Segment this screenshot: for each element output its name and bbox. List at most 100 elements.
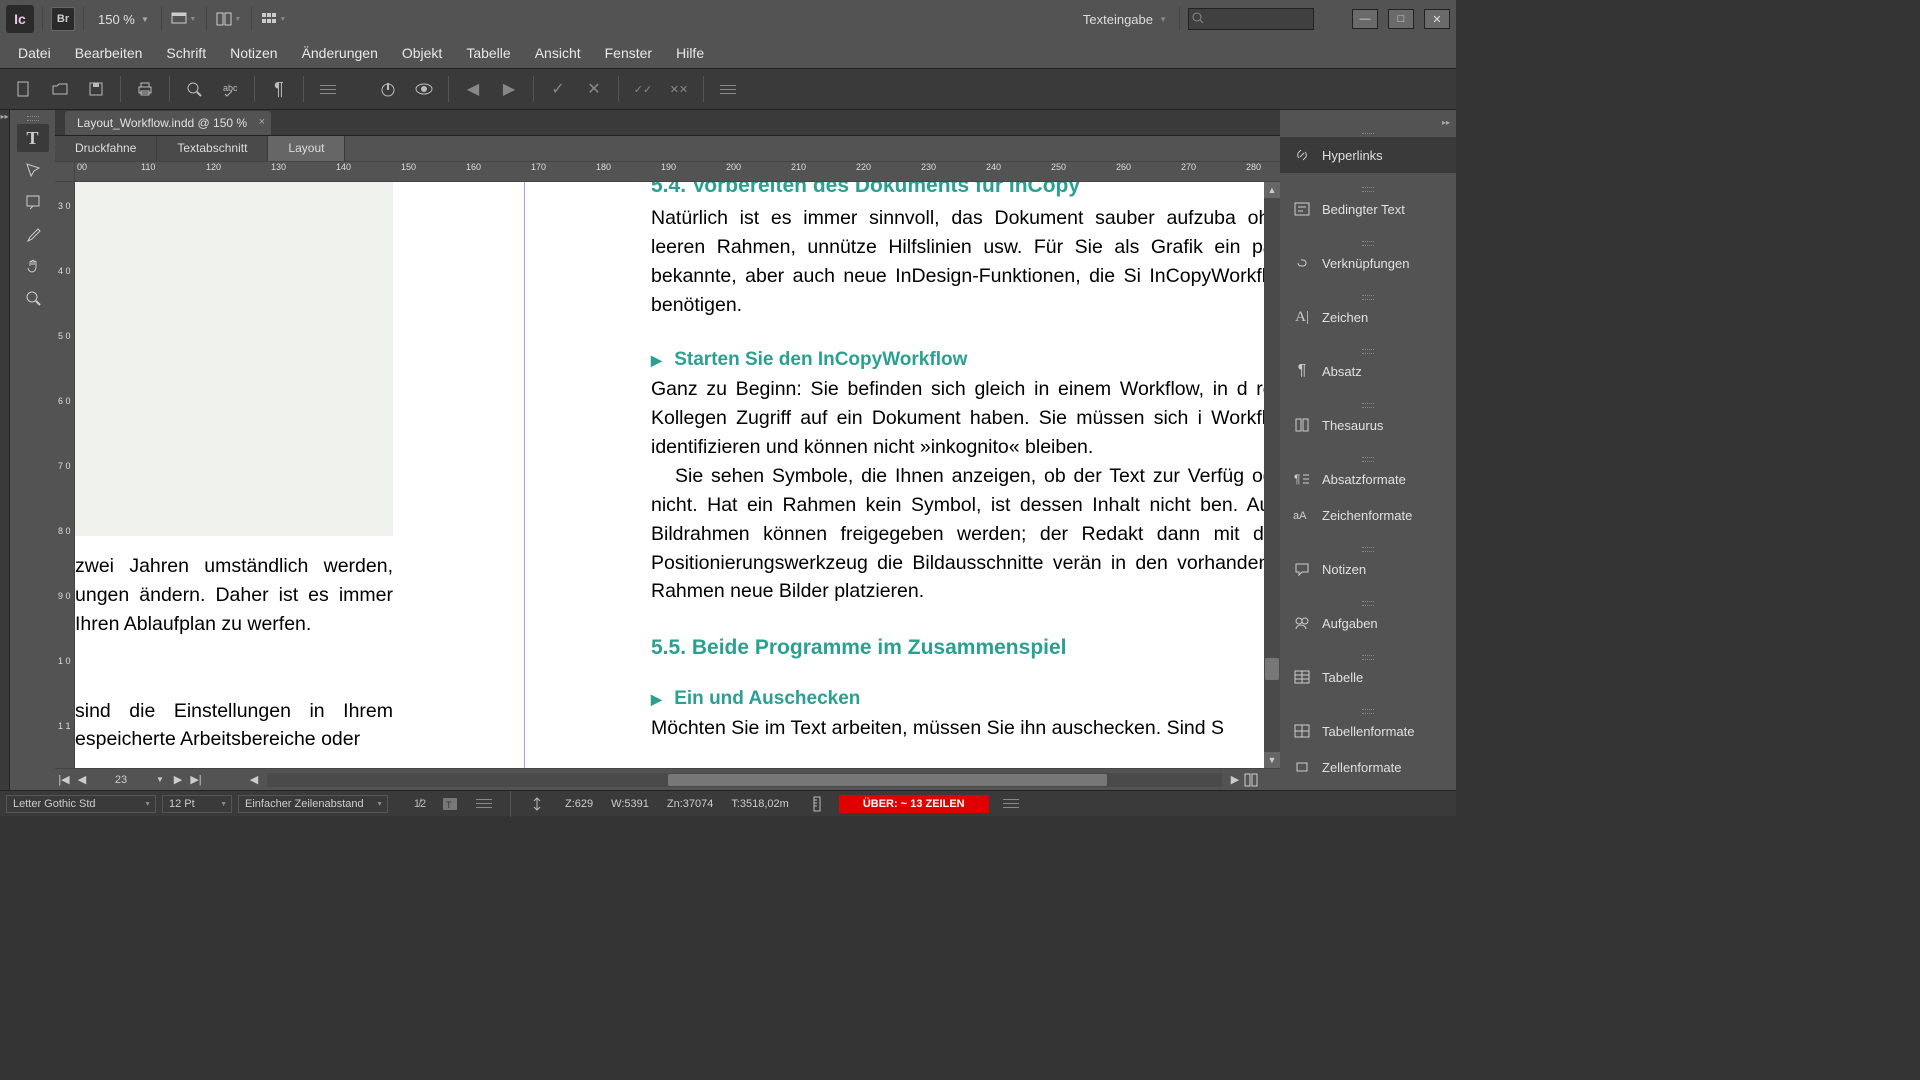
next-change-icon[interactable]: ▶ — [493, 74, 525, 104]
new-icon[interactable] — [8, 74, 40, 104]
next-page-icon[interactable]: ▶ — [169, 773, 187, 786]
panel-absatz[interactable]: ¶Absatz — [1280, 353, 1456, 389]
scroll-down-icon[interactable]: ▼ — [1264, 752, 1280, 768]
svg-text:aA: aA — [1293, 510, 1307, 522]
panel-verknuepfungen[interactable]: Verknüpfungen — [1280, 245, 1456, 281]
menu-aenderungen[interactable]: Änderungen — [290, 40, 390, 66]
save-icon[interactable] — [80, 74, 112, 104]
status-t: T:3518,02m — [725, 798, 794, 810]
panel-zeichen[interactable]: A|Zeichen — [1280, 299, 1456, 335]
panel-expand-left[interactable]: ▸▸ — [0, 110, 10, 790]
fraction-icon[interactable]: 1̸2 — [408, 789, 432, 819]
copyfit-icon[interactable] — [521, 789, 553, 819]
type-tool-icon[interactable]: T — [17, 124, 49, 152]
document-tab-label: Layout_Workflow.indd @ 150 % — [77, 116, 247, 130]
last-page-icon[interactable]: ▶| — [187, 773, 205, 786]
toolbar-menu-2[interactable] — [712, 74, 744, 104]
zoom-tool-icon[interactable] — [17, 284, 49, 312]
position-tool-icon[interactable] — [17, 156, 49, 184]
tools-panel: T — [10, 110, 55, 790]
svg-text:¶: ¶ — [1294, 472, 1300, 486]
panel-hyperlinks[interactable]: Hyperlinks — [1280, 137, 1456, 173]
leading-select[interactable]: Einfacher Zeilenabstand — [238, 795, 388, 813]
page-canvas[interactable]: zwei Jahren umständlich werden, ungen än… — [75, 182, 1264, 768]
svg-text:T: T — [446, 800, 452, 810]
menu-fenster[interactable]: Fenster — [593, 40, 664, 66]
workspace-select[interactable]: Texteingabe — [1073, 8, 1171, 31]
print-icon[interactable] — [129, 74, 161, 104]
scroll-up-icon[interactable]: ▲ — [1264, 182, 1280, 198]
screen-mode-icon[interactable] — [170, 7, 198, 31]
depth-ruler-icon[interactable] — [801, 789, 833, 819]
prev-page-icon[interactable]: ◀ — [73, 773, 91, 786]
find-icon[interactable] — [178, 74, 210, 104]
panel-thesaurus[interactable]: Thesaurus — [1280, 407, 1456, 443]
document-area: Layout_Workflow.indd @ 150 % × Druckfahn… — [55, 110, 1280, 790]
accept-all-icon[interactable]: ✓✓ — [627, 74, 659, 104]
eyedropper-tool-icon[interactable] — [17, 220, 49, 248]
visibility-icon[interactable] — [408, 74, 440, 104]
arrange-documents-icon[interactable] — [215, 7, 243, 31]
view-options-icon[interactable] — [260, 7, 288, 31]
panel-tabellenformate[interactable]: Tabellenformate — [1280, 713, 1456, 749]
scrollbar-vertical[interactable]: ▲ ▼ — [1264, 182, 1280, 768]
menu-schrift[interactable]: Schrift — [154, 40, 218, 66]
statusbar: Letter Gothic Std 12 Pt Einfacher Zeilen… — [0, 790, 1456, 816]
hand-tool-icon[interactable] — [17, 252, 49, 280]
page-dropdown-icon[interactable]: ▼ — [151, 775, 169, 784]
note-tool-icon[interactable] — [17, 188, 49, 216]
close-tab-icon[interactable]: × — [259, 116, 265, 128]
page-navigation: |◀ ◀ 23 ▼ ▶ ▶| ◀ ▶ — [55, 768, 1280, 790]
tab-textabschnitt[interactable]: Textabschnitt — [157, 136, 268, 161]
tab-layout[interactable]: Layout — [268, 136, 345, 161]
font-size-select[interactable]: 12 Pt — [162, 795, 232, 813]
pilcrow-icon[interactable]: ¶ — [263, 74, 295, 104]
smallcaps-icon[interactable]: T — [438, 789, 462, 819]
panel-collapse-icon[interactable]: ▸▸ — [1280, 118, 1456, 127]
menu-datei[interactable]: Datei — [6, 40, 63, 66]
first-page-icon[interactable]: |◀ — [55, 773, 73, 786]
accept-icon[interactable]: ✓ — [542, 74, 574, 104]
panel-bedingter-text[interactable]: Bedingter Text — [1280, 191, 1456, 227]
spellcheck-icon[interactable]: abc — [214, 74, 246, 104]
panel-absatzformate[interactable]: ¶Absatzformate — [1280, 461, 1456, 497]
status-menu-1[interactable] — [468, 789, 500, 819]
reject-all-icon[interactable]: ✕✕ — [663, 74, 695, 104]
close-button[interactable]: ✕ — [1424, 9, 1450, 29]
tab-druckfahne[interactable]: Druckfahne — [55, 136, 157, 161]
app-icon: Ic — [6, 5, 34, 33]
reject-icon[interactable]: ✕ — [578, 74, 610, 104]
menu-objekt[interactable]: Objekt — [390, 40, 454, 66]
page-number-field[interactable]: 23 — [91, 774, 151, 786]
panel-zeichenformate[interactable]: aAZeichenformate — [1280, 497, 1456, 533]
document-tab[interactable]: Layout_Workflow.indd @ 150 % × — [65, 111, 271, 135]
status-menu-2[interactable] — [995, 789, 1027, 819]
svg-text:abc: abc — [223, 83, 238, 93]
panel-tabelle[interactable]: Tabelle — [1280, 659, 1456, 695]
menu-tabelle[interactable]: Tabelle — [454, 40, 522, 66]
menu-ansicht[interactable]: Ansicht — [523, 40, 593, 66]
search-input[interactable] — [1188, 8, 1314, 30]
minimize-button[interactable]: — — [1352, 9, 1378, 29]
menu-bearbeiten[interactable]: Bearbeiten — [63, 40, 155, 66]
panels-dock: ▸▸ Hyperlinks Bedingter Text Verknüpfung… — [1280, 110, 1456, 790]
status-z: Z:629 — [559, 798, 599, 810]
font-family-select[interactable]: Letter Gothic Std — [6, 795, 156, 813]
maximize-button[interactable]: □ — [1388, 9, 1414, 29]
panel-notizen[interactable]: Notizen — [1280, 551, 1456, 587]
prev-change-icon[interactable]: ◀ — [457, 74, 489, 104]
split-view-icon[interactable] — [1244, 773, 1262, 787]
menu-notizen[interactable]: Notizen — [218, 40, 289, 66]
bridge-button[interactable]: Br — [51, 7, 75, 31]
toolbar-menu-1[interactable] — [312, 74, 344, 104]
power-icon[interactable] — [372, 74, 404, 104]
menu-hilfe[interactable]: Hilfe — [664, 40, 716, 66]
open-icon[interactable] — [44, 74, 76, 104]
panel-zellenformate[interactable]: Zellenformate — [1280, 749, 1456, 785]
scrollbar-horizontal[interactable] — [267, 773, 1222, 787]
scroll-right-icon[interactable]: ▶ — [1226, 773, 1244, 786]
panel-aufgaben[interactable]: Aufgaben — [1280, 605, 1456, 641]
status-w: W:5391 — [605, 798, 655, 810]
scroll-left-icon[interactable]: ◀ — [245, 773, 263, 786]
zoom-level-select[interactable]: 150 % — [92, 8, 153, 31]
